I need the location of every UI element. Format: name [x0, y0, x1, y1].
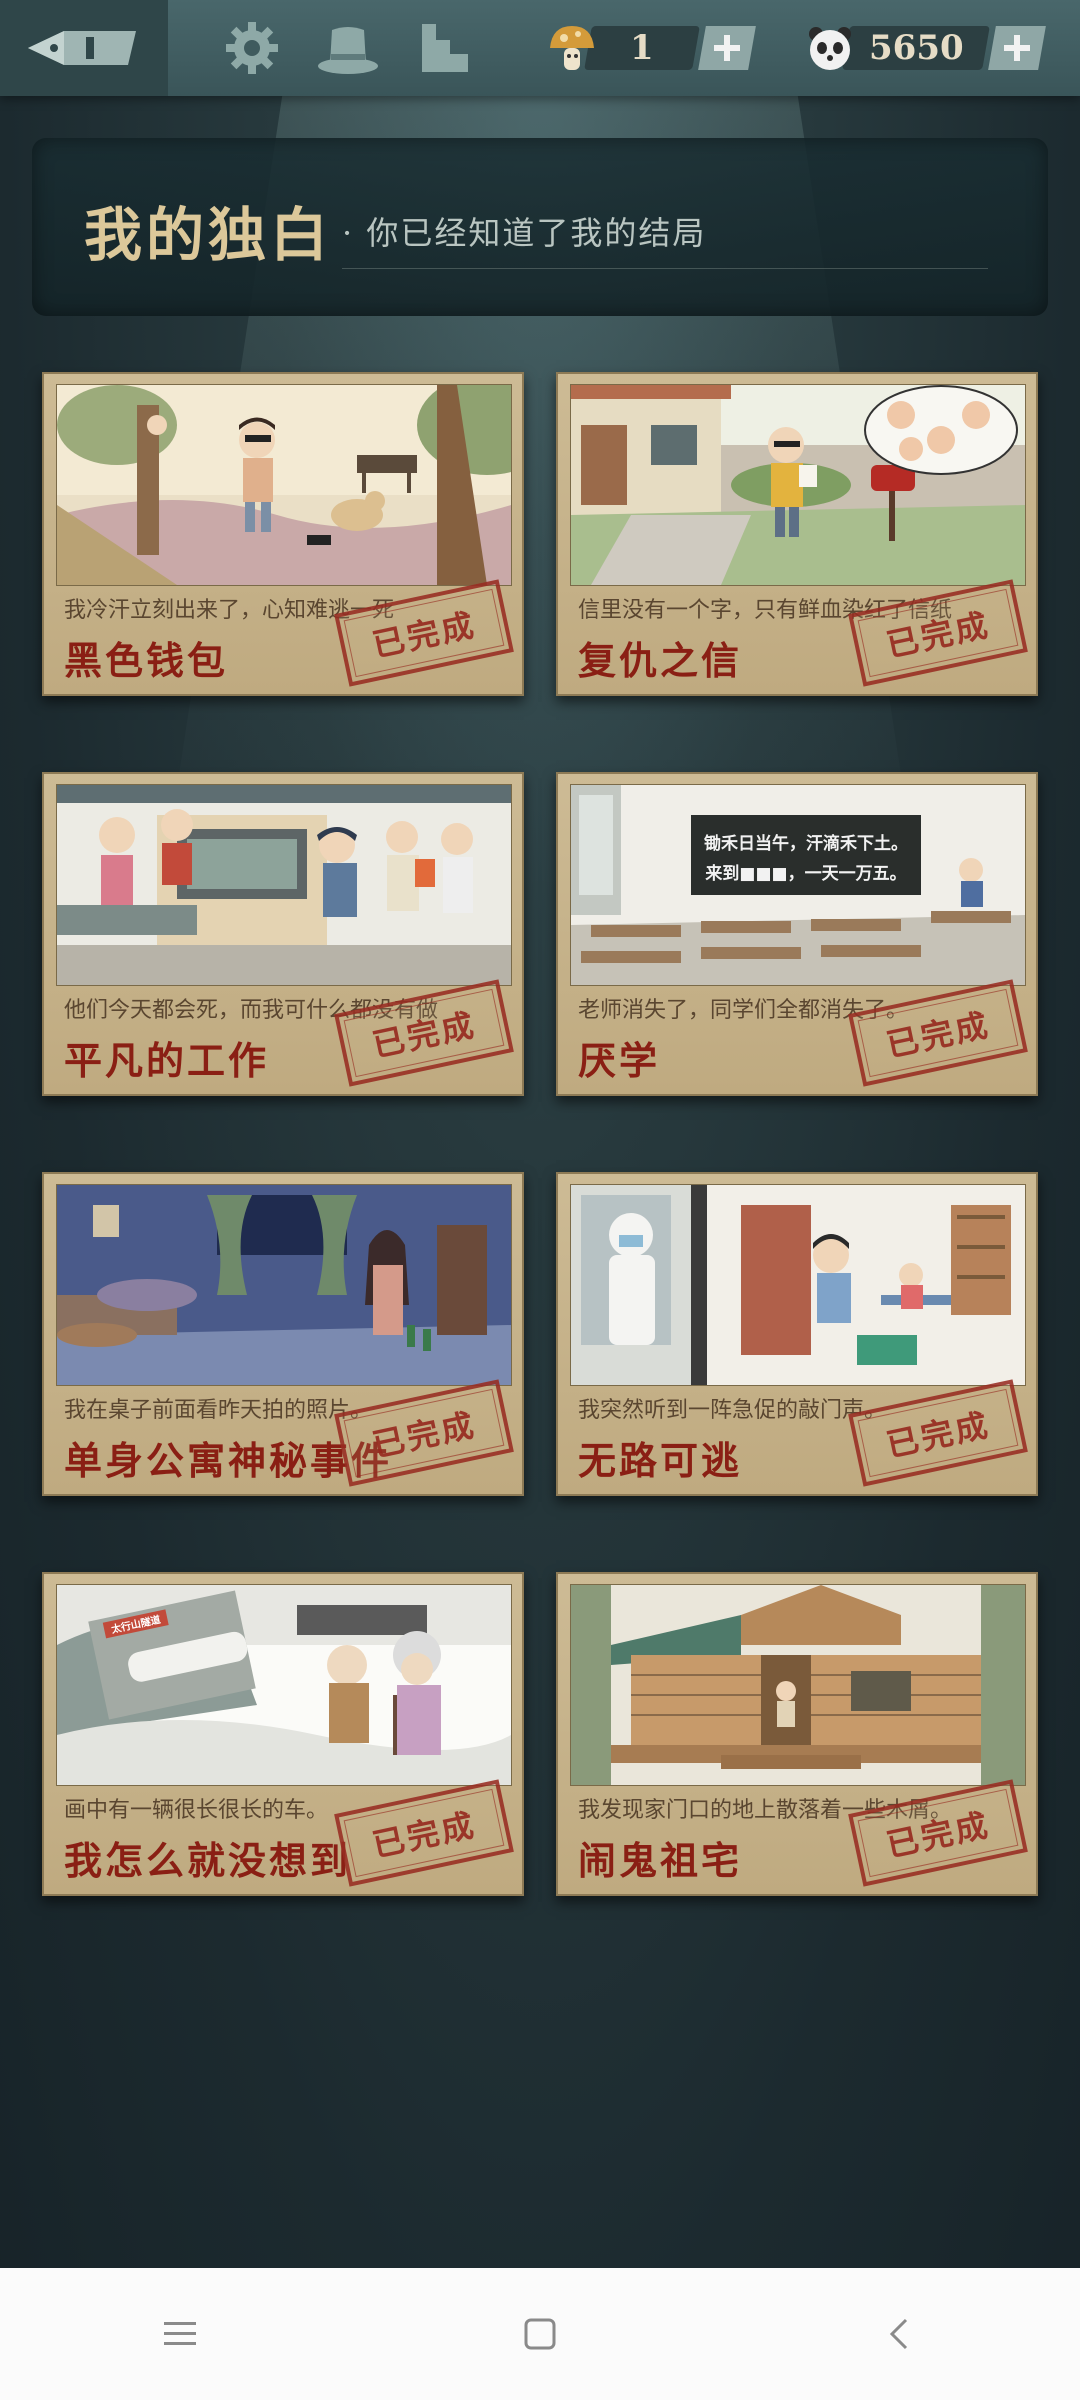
story-card[interactable]: 太行山隧道 画中有一辆很长很长的车。 我怎么就没想到 已完成 — [42, 1572, 524, 1896]
story-description: 我突然听到一阵急促的敲门声。 — [578, 1398, 887, 1423]
home-button[interactable] — [480, 2284, 600, 2384]
story-illustration — [56, 784, 512, 986]
add-panda-button[interactable] — [988, 26, 1046, 70]
back-button[interactable] — [840, 2284, 960, 2384]
gear-icon[interactable] — [220, 16, 284, 80]
mushroom-currency: 1 — [546, 24, 756, 72]
menu-button[interactable] — [120, 2284, 240, 2384]
story-card[interactable]: 我突然听到一阵急促的敲门声。 无路可逃 已完成 — [556, 1172, 1038, 1496]
story-card[interactable]: 我冷汗立刻出来了，心知难逃一死 黑色钱包 已完成 — [42, 372, 524, 696]
completed-stamp: 已完成 — [334, 1779, 514, 1887]
story-description: 我在桌子前面看昨天拍的照片。 — [64, 1398, 373, 1423]
hamburger-menu-icon — [164, 2322, 196, 2345]
story-title: 无路可逃 — [578, 1438, 743, 1483]
mushroom-icon — [550, 26, 594, 70]
panda-count: 5650 — [842, 26, 990, 70]
story-illustration — [570, 384, 1026, 586]
fountain-pen-icon — [28, 31, 136, 65]
square-home-icon — [524, 2318, 556, 2350]
plus-icon — [714, 35, 740, 61]
story-card[interactable]: 他们今天都会死，而我可什么都没有做 平凡的工作 已完成 — [42, 772, 524, 1096]
add-mushroom-button[interactable] — [698, 26, 756, 70]
stairs-icon[interactable] — [414, 16, 478, 80]
story-title: 闹鬼祖宅 — [578, 1838, 743, 1883]
story-illustration — [56, 1184, 512, 1386]
story-card[interactable]: 我发现家门口的地上散落着一些木屑。 闹鬼祖宅 已完成 — [556, 1572, 1038, 1896]
story-card[interactable]: 信里没有一个字，只有鲜血染红了信纸 复仇之信 已完成 — [556, 372, 1038, 696]
top-bar: 1 5650 — [0, 0, 1080, 96]
story-card[interactable]: 锄禾日当午，汗滴禾下土。 来到■■■，一天一万五。 老师消失了，同学们全都消失了… — [556, 772, 1038, 1096]
top-hat-icon[interactable] — [316, 16, 380, 80]
story-illustration: 太行山隧道 — [56, 1584, 512, 1786]
plus-icon — [1004, 35, 1030, 61]
system-navigation-bar — [0, 2268, 1080, 2400]
page-title: 我的独白 — [84, 201, 333, 269]
story-illustration: 锄禾日当午，汗滴禾下土。 来到■■■，一天一万五。 — [570, 784, 1026, 986]
blackboard-line-1: 锄禾日当午，汗滴禾下土。 — [704, 833, 908, 854]
story-title: 我怎么就没想到 — [64, 1838, 352, 1883]
story-illustration — [56, 384, 512, 586]
story-title: 黑色钱包 — [64, 638, 229, 683]
panda-currency: 5650 — [804, 24, 1046, 72]
story-illustration — [570, 1184, 1026, 1386]
page-subtitle: · 你已经知道了我的结局 — [342, 214, 707, 252]
blackboard-line-2: 来到■■■，一天一万五。 — [704, 863, 906, 884]
story-illustration — [570, 1584, 1026, 1786]
header-panel: 我的独白 · 你已经知道了我的结局 — [32, 138, 1048, 316]
divider — [342, 268, 988, 269]
story-card[interactable]: 我在桌子前面看昨天拍的照片。 单身公寓神秘事件 已完成 — [42, 1172, 524, 1496]
story-title: 厌学 — [578, 1038, 661, 1083]
story-description: 画中有一辆很长很长的车。 — [64, 1798, 329, 1823]
pen-logo-button[interactable] — [0, 0, 168, 96]
chevron-left-icon — [889, 2318, 908, 2350]
story-title: 复仇之信 — [578, 638, 743, 683]
story-title: 平凡的工作 — [64, 1038, 270, 1083]
panda-icon — [809, 27, 851, 70]
mushroom-count: 1 — [584, 26, 700, 70]
